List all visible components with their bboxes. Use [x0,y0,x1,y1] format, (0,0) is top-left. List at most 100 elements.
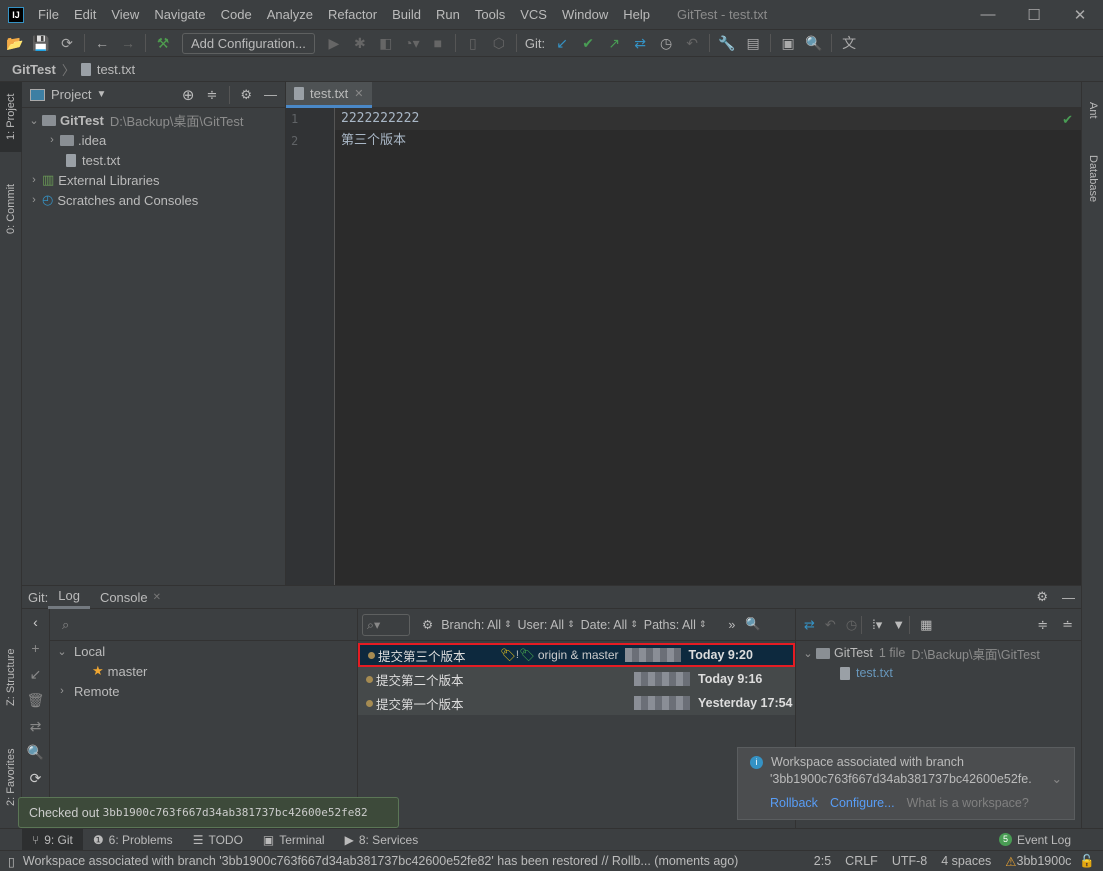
add-configuration-button[interactable]: Add Configuration... [182,32,315,54]
search-icon[interactable]: 🔍 [801,35,827,52]
code-line[interactable]: 2222222222 [335,108,1081,130]
back-icon[interactable]: ← [89,35,115,51]
more-icon[interactable]: » [728,618,735,632]
run-anything-icon[interactable]: ▣ [775,35,801,52]
project-view-selector[interactable]: Project [51,87,91,102]
collapse-left-icon[interactable]: ‹ [22,609,49,635]
debug-icon[interactable]: ✱ [347,35,373,52]
close-button[interactable]: ✕ [1057,6,1103,24]
git-compare-icon[interactable]: ⇄ [627,35,653,52]
changes-root[interactable]: ⌄ GitTest 1 file D:\Backup\桌面\GitTest [796,643,1081,663]
commit-row[interactable]: 提交第三个版本 🏷! 🏷 origin & master Today 9:20 [358,643,795,667]
log-search-input[interactable]: ⌕▾ [362,613,410,636]
compare-icon[interactable]: ⇄ [22,713,49,739]
locate-icon[interactable]: ⊕ [182,86,195,104]
menu-navigate[interactable]: Navigate [154,7,212,22]
configure-link[interactable]: Configure... [830,796,895,810]
group-by-icon[interactable]: ⁞▾ [872,617,882,633]
paths-filter[interactable]: Paths: All [644,618,696,632]
tab-database[interactable]: Database [1082,144,1103,214]
tree-item-idea[interactable]: › .idea [22,130,285,150]
filter-icon[interactable]: ▼ [892,617,905,632]
chevron-down-icon[interactable]: ⌄ [54,645,70,658]
translate-icon[interactable]: 文 [836,33,862,53]
add-icon[interactable]: + [22,635,49,661]
tab-structure[interactable]: Z: Structure [0,637,22,717]
project-structure-icon[interactable]: ▤ [740,35,766,52]
line-separator[interactable]: CRLF [845,854,878,868]
menu-tools[interactable]: Tools [475,7,512,22]
forward-icon[interactable]: → [115,35,141,51]
run-icon[interactable]: ▶ [321,35,347,52]
tree-item-gittest[interactable]: ⌄ GitTest D:\Backup\桌面\GitTest [22,110,285,130]
breadcrumb-project[interactable]: GitTest [12,62,56,77]
history-icon[interactable]: ◷ [653,35,679,52]
chevron-right-icon[interactable]: › [26,174,42,186]
collapse-all-icon[interactable]: ≐ [1062,617,1073,633]
date-filter[interactable]: Date: All [581,618,628,632]
branch-group-remote[interactable]: › Remote [50,681,357,701]
branch-search[interactable]: ⌕ [50,609,357,641]
tool-git[interactable]: ⑂ 9: Git [22,828,83,851]
settings-wrench-icon[interactable]: 🔧 [714,35,740,52]
tab-commit[interactable]: 0: Commit [0,174,22,244]
tool-services[interactable]: ▶ 8: Services [335,829,429,851]
chevron-right-icon[interactable]: › [26,194,42,206]
menu-refactor[interactable]: Refactor [328,7,384,22]
commit-row[interactable]: 提交第二个版本 Today 9:16 [358,667,795,691]
refresh-icon[interactable]: ⟳ [22,765,49,791]
menu-view[interactable]: View [111,7,146,22]
stop-icon[interactable]: ■ [425,35,451,51]
tab-test-txt[interactable]: test.txt ✕ [286,81,372,108]
hide-icon[interactable]: — [1062,590,1075,605]
expand-all-icon[interactable]: ≑ [1037,617,1048,633]
git-update-icon[interactable]: ↙ [549,35,575,52]
layout-icon[interactable]: ▦ [920,617,932,633]
code-line[interactable]: 第三个版本 [335,130,1081,152]
menu-run[interactable]: Run [436,7,467,22]
coverage-icon[interactable]: ◧ [373,35,399,52]
tab-log[interactable]: Log [48,586,90,609]
tab-console[interactable]: Console ✕ [90,586,171,609]
expand-chevron-icon[interactable]: ⌄ [1052,771,1062,786]
toggle-tool-windows-icon[interactable]: ▯ [8,854,15,869]
close-icon[interactable]: ✕ [153,592,161,603]
lock-icon[interactable]: 🔓 [1079,854,1095,869]
tool-todo[interactable]: ☰ TODO [183,829,253,851]
indent-setting[interactable]: 4 spaces [941,854,991,868]
rollback-link[interactable]: Rollback [770,796,818,810]
maximize-button[interactable]: ☐ [1011,6,1057,24]
search-icon[interactable]: 🔍 [745,617,761,632]
tab-ant[interactable]: Ant [1082,90,1103,130]
branch-master[interactable]: ★ master [50,661,357,681]
chevron-right-icon[interactable]: › [44,134,60,146]
open-icon[interactable]: 📂 [2,35,28,52]
diff-icon[interactable]: ⇄ [804,617,815,633]
gear-icon[interactable]: ⚙ [422,617,433,632]
close-icon[interactable]: ✕ [354,87,363,100]
user-filter[interactable]: User: All [518,618,565,632]
search-icon[interactable]: 🔍 [22,739,49,765]
revert-icon[interactable]: ↶ [825,617,836,633]
git-branch-widget[interactable]: 3bb1900c [1017,854,1072,868]
menu-help[interactable]: Help [623,7,657,22]
no-problems-check-icon[interactable]: ✔ [1062,112,1073,128]
chevron-right-icon[interactable]: › [54,685,70,697]
tool-problems[interactable]: ❶ 6: Problems [83,829,183,851]
history-icon[interactable]: ◷ [846,617,857,633]
rollback-icon[interactable]: ↶ [679,35,705,52]
tab-project[interactable]: 1: Project [0,82,22,152]
git-push-icon[interactable]: ↗ [601,35,627,52]
minimize-button[interactable]: — [965,6,1011,23]
menu-window[interactable]: Window [562,7,615,22]
what-is-workspace-link[interactable]: What is a workspace? [907,796,1029,810]
gear-icon[interactable]: ⚙ [240,87,252,103]
branch-filter[interactable]: Branch: All [441,618,501,632]
tree-item-test-txt[interactable]: test.txt [22,150,285,170]
git-commit-icon[interactable]: ✔ [575,35,601,52]
delete-icon[interactable]: 🗑 [22,687,49,713]
attach-icon[interactable]: ▯ [460,35,486,52]
chevron-down-icon[interactable]: ⌄ [26,114,42,127]
chevron-down-icon[interactable]: ▼ [96,89,106,100]
menu-code[interactable]: Code [221,7,259,22]
